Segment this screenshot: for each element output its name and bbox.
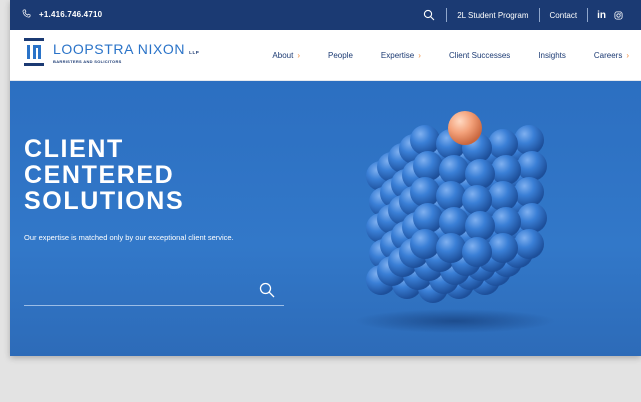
hero-title-line: CLIENT	[24, 135, 124, 163]
topbar-link-contact[interactable]: Contact	[550, 11, 578, 20]
brand-logo[interactable]: LOOPSTRA NIXON LLP BARRISTERS AND SOLICI…	[24, 38, 199, 66]
nav-item-label: People	[327, 50, 353, 60]
brand-suffix: LLP	[189, 49, 200, 55]
search-input[interactable]	[24, 281, 258, 303]
main-navigation: LOOPSTRA NIXON LLP BARRISTERS AND SOLICI…	[10, 30, 641, 81]
nav-item-label: About	[272, 50, 294, 60]
divider	[587, 8, 589, 22]
brand-tagline: BARRISTERS AND SOLICITORS	[53, 58, 122, 64]
nav-menu: About › People Expertise › Client Successe…	[258, 30, 641, 80]
nav-item-expertise[interactable]: Expertise ›	[381, 51, 421, 60]
nav-item-insights[interactable]: Insights	[538, 51, 566, 60]
sphere-cube-image	[355, 111, 555, 333]
topbar-link-2l-student-program[interactable]: 2L Student Program	[457, 11, 528, 20]
chevron-right-icon: ›	[297, 50, 300, 60]
instagram-icon[interactable]	[614, 10, 623, 20]
hero-title: CLIENT CENTERED SOLUTIONS	[24, 136, 184, 214]
divider	[538, 8, 540, 22]
phone-contact[interactable]: +1.416.746.4710	[22, 9, 102, 20]
nav-item-label: Expertise	[380, 50, 415, 60]
website-viewport: +1.416.746.4710 2L Student Program Conta…	[10, 0, 641, 356]
nav-item-client-successes[interactable]: Client Successes	[449, 51, 510, 60]
nav-item-people[interactable]: People	[328, 51, 353, 60]
hero-section: CLIENT CENTERED SOLUTIONS Our expertise …	[10, 81, 641, 356]
hero-title-line: CENTERED	[24, 161, 175, 189]
hero-title-line: SOLUTIONS	[24, 187, 185, 215]
logo-mark-icon	[24, 38, 44, 66]
brand-name: LOOPSTRA NIXON	[53, 40, 186, 57]
linkedin-icon[interactable]: in	[597, 10, 606, 21]
top-utility-bar: +1.416.746.4710 2L Student Program Conta…	[10, 0, 641, 30]
search-icon[interactable]	[423, 9, 435, 21]
hero-subtitle: Our expertise is matched only by our exc…	[24, 233, 234, 242]
phone-number[interactable]: +1.416.746.4710	[39, 10, 102, 19]
hero-search	[24, 277, 284, 306]
nav-item-label: Careers	[593, 50, 623, 60]
chevron-right-icon: ›	[418, 50, 421, 60]
nav-item-careers[interactable]: Careers ›	[594, 51, 629, 60]
phone-icon	[22, 9, 31, 20]
divider	[446, 8, 448, 22]
nav-item-label: Client Successes	[448, 50, 511, 60]
nav-item-about[interactable]: About ›	[272, 51, 300, 60]
chevron-right-icon: ›	[626, 50, 629, 60]
search-icon[interactable]	[258, 281, 276, 299]
nav-item-label: Insights	[538, 50, 566, 60]
